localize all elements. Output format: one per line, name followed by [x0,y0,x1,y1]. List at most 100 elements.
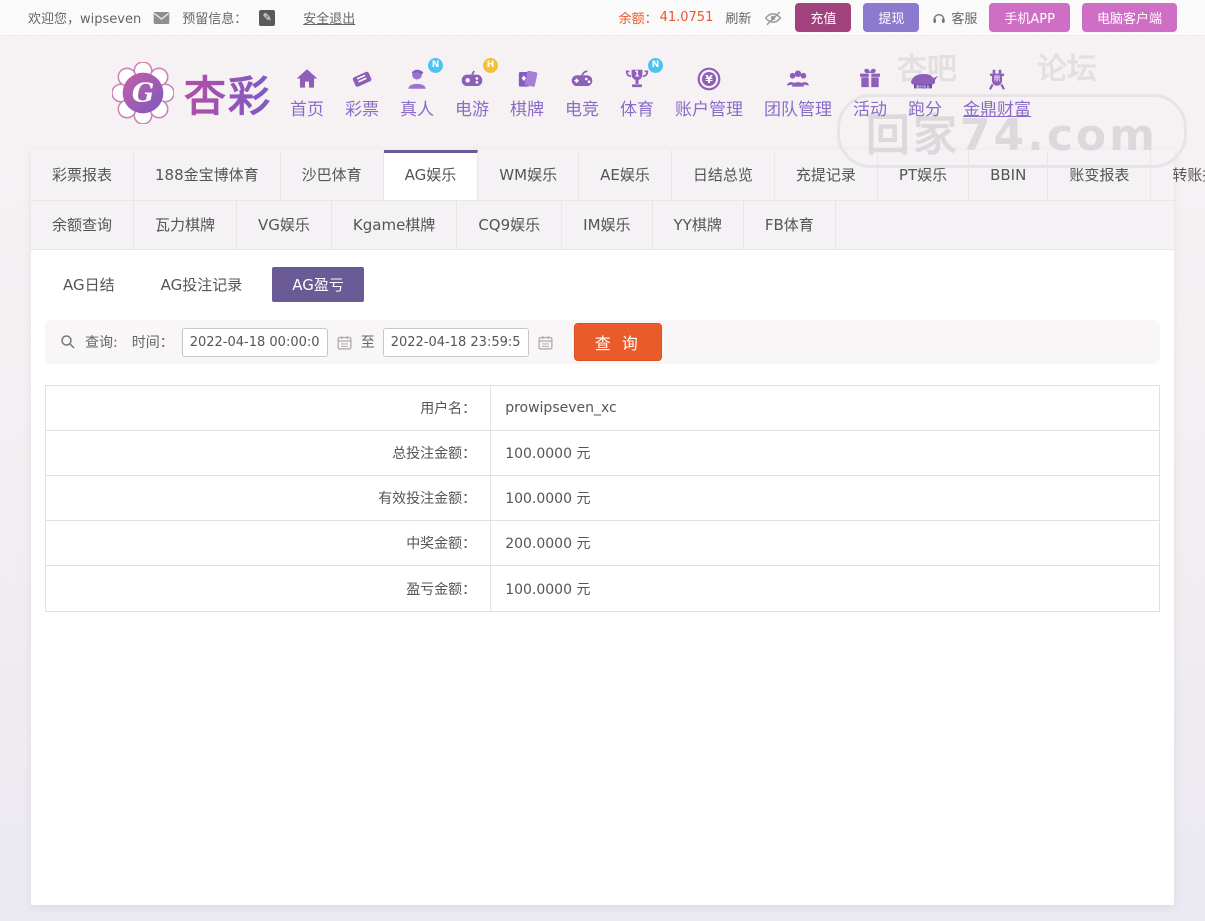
nav-item-jinding[interactable]: 鼎 金鼎财富 [963,66,1031,120]
profit-loss-report-table: 用户名： prowipseven_xc 总投注金额： 100.0000 元 有效… [45,385,1160,612]
row-label: 盈亏金额： [46,566,491,611]
tab-fb-sports[interactable]: FB体育 [744,201,836,249]
svg-text:鼎: 鼎 [994,75,1001,83]
nav-item-home[interactable]: 首页 [290,66,324,120]
nav-item-account[interactable]: ¥ 账户管理 [675,66,743,120]
calendar-icon[interactable] [336,334,353,351]
time-label: 时间： [132,332,174,352]
tab-wali-boardgames[interactable]: 瓦力棋牌 [134,201,237,249]
reserved-info-label: 预留信息： [182,8,247,27]
refresh-link[interactable]: 刷新 [725,8,751,27]
svg-text:1: 1 [634,69,639,78]
nav-item-esports[interactable]: 电竞 [565,66,599,120]
nav-item-lottery[interactable]: 彩票 [345,66,379,120]
headset-icon [931,10,947,26]
nav-label: 电游 [455,95,489,120]
site-logo[interactable]: G 杏彩 [112,62,272,124]
search-submit-button[interactable]: 查 询 [574,323,662,361]
tab-cq9-entertainment[interactable]: CQ9娱乐 [457,201,562,249]
service-label: 客服 [951,8,977,27]
nav-item-live[interactable]: N 真人 [400,66,434,120]
tab-wm-entertainment[interactable]: WM娱乐 [478,150,579,200]
row-value: prowipseven_xc [491,386,1159,430]
table-row: 中奖金额： 200.0000 元 [46,521,1159,566]
new-badge: N [648,58,663,73]
table-row: 盈亏金额： 100.0000 元 [46,566,1159,611]
svg-text:♦: ♦ [520,74,527,83]
watermark-text-2: 论坛 [1037,44,1097,88]
mobile-app-button[interactable]: 手机APP [989,3,1070,32]
subtab-ag-daily[interactable]: AG日结 [47,267,131,302]
tab-daily-summary[interactable]: 日结总览 [672,150,775,200]
row-value: 200.0000 元 [491,521,1159,565]
team-icon [785,66,811,92]
pc-client-button[interactable]: 电脑客户端 [1082,3,1177,32]
ding-icon: 鼎 [984,66,1010,92]
tab-balance-query[interactable]: 余额查询 [31,201,134,249]
customer-service-link[interactable]: 客服 [931,8,977,27]
recharge-button[interactable]: 充值 [795,3,851,32]
svg-text:¥: ¥ [705,73,713,86]
row-label: 用户名： [46,386,491,430]
welcome-text: 欢迎您，wipseven [28,8,141,27]
eye-slash-icon[interactable] [763,9,783,27]
site-header: 杏吧 论坛 回家74.com G 杏彩 首页 彩票 [0,36,1205,150]
nav-item-team[interactable]: 团队管理 [764,66,832,120]
tab-ae-entertainment[interactable]: AE娱乐 [579,150,672,200]
nav-item-sports[interactable]: N 1 体育 [620,66,654,120]
calendar-icon[interactable] [537,334,554,351]
tab-188-sports[interactable]: 188金宝博体育 [134,150,281,200]
svg-text:G: G [132,78,154,109]
nav-label: 跑分 [908,95,942,120]
nav-label: 团队管理 [764,95,832,120]
row-label: 中奖金额： [46,521,491,565]
query-bar: 查询: 时间： 至 查 询 [45,320,1160,364]
nav-label: 棋牌 [510,95,544,120]
esports-gamepad-icon [569,66,595,92]
tab-lottery-report[interactable]: 彩票报表 [31,150,134,200]
query-label: 查询: [85,332,118,352]
nav-label: 真人 [400,95,434,120]
tab-saba-sports[interactable]: 沙巴体育 [281,150,384,200]
tab-im-entertainment[interactable]: IM娱乐 [562,201,652,249]
tab-yy-boardgames[interactable]: YY棋牌 [653,201,744,249]
edit-icon[interactable]: ✎ [259,10,275,26]
live-person-icon [404,66,430,92]
main-panel: 彩票报表 188金宝博体育 沙巴体育 AG娱乐 WM娱乐 AE娱乐 日结总览 充… [31,150,1174,905]
tab-vg-entertainment[interactable]: VG娱乐 [237,201,332,249]
tab-ag-entertainment[interactable]: AG娱乐 [384,150,479,200]
rhino-icon: 跑分平台 [908,66,942,92]
svg-text:跑分平台: 跑分平台 [916,84,930,89]
topbar: 欢迎您，wipseven 预留信息： ✎ 安全退出 余额：41.0751 刷新 … [0,0,1205,36]
report-tabs-row-2: 余额查询 瓦力棋牌 VG娱乐 Kgame棋牌 CQ9娱乐 IM娱乐 YY棋牌 F… [31,201,1174,250]
datetime-to-input[interactable] [383,328,529,357]
subtab-ag-bet-records[interactable]: AG投注记录 [145,267,259,302]
hot-badge: H [483,58,498,73]
row-label: 总投注金额： [46,431,491,475]
logout-link[interactable]: 安全退出 [303,8,355,27]
nav-label: 活动 [853,95,887,120]
nav-label: 彩票 [345,95,379,120]
datetime-from-input[interactable] [182,328,328,357]
tab-kgame-boardgames[interactable]: Kgame棋牌 [332,201,457,249]
nav-item-slots[interactable]: H 电游 [455,66,489,120]
subtab-ag-profit-loss[interactable]: AG盈亏 [272,267,364,302]
ticket-icon [349,66,375,92]
nav-item-boardgames[interactable]: ♦ 棋牌 [510,66,544,120]
cards-icon: ♦ [514,66,540,92]
table-row: 用户名： prowipseven_xc [46,386,1159,431]
date-range-separator: 至 [361,332,375,352]
row-value: 100.0000 元 [491,476,1159,520]
nav-item-promotions[interactable]: 活动 [853,66,887,120]
balance-label: 余额： [619,8,658,27]
home-icon [294,66,320,92]
nav-item-paofen[interactable]: 跑分平台 跑分 [908,66,942,120]
nav-label: 体育 [620,95,654,120]
nav-label: 电竞 [565,95,599,120]
envelope-icon[interactable] [153,11,170,25]
table-row: 总投注金额： 100.0000 元 [46,431,1159,476]
new-badge: N [428,58,443,73]
gift-icon [857,66,883,92]
withdraw-button[interactable]: 提现 [863,3,919,32]
search-icon [59,333,77,351]
